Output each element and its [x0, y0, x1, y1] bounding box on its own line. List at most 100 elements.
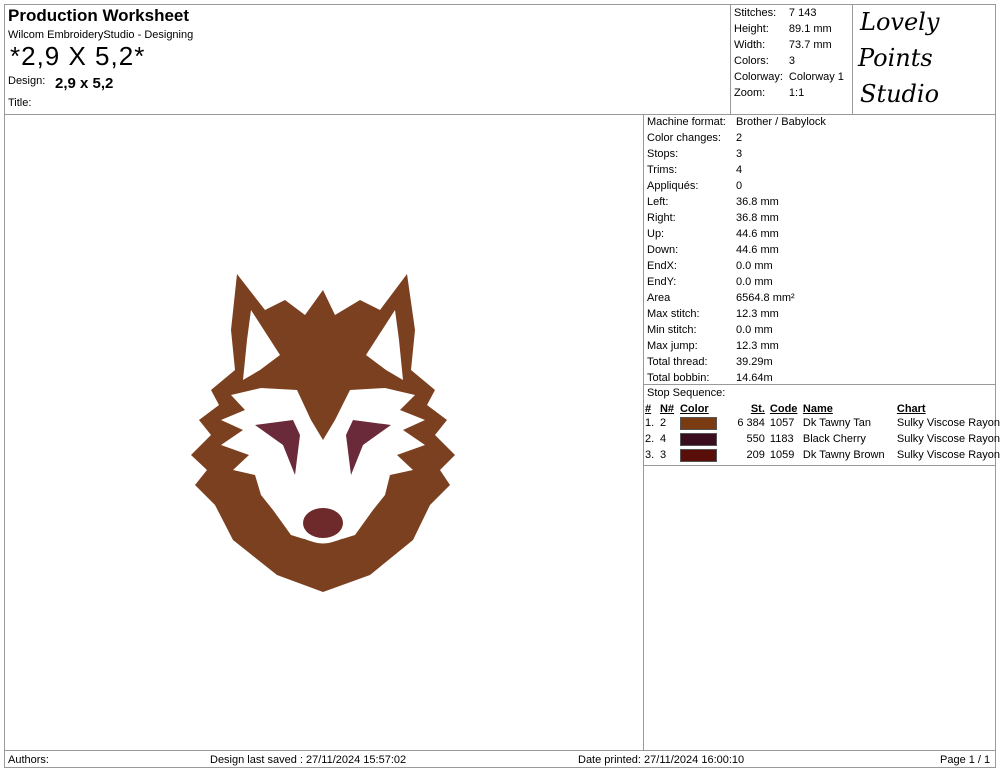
detail-value: 3	[736, 148, 743, 160]
stop-n: 2	[659, 417, 667, 429]
col-st-header: St.	[750, 403, 765, 415]
stop-code: 1183	[769, 433, 794, 445]
detail-label: Max stitch:	[647, 308, 700, 320]
summary-row: Width: 73.7 mm	[734, 37, 844, 53]
summary-row: Height: 89.1 mm	[734, 21, 844, 37]
summary-value: 73.7 mm	[788, 39, 832, 51]
detail-value: 36.8 mm	[736, 196, 779, 208]
detail-row: EndX: 0.0 mm	[647, 258, 826, 274]
detail-row: Max stitch: 12.3 mm	[647, 306, 826, 322]
stop-row: 1. 2 6 384 1057 Dk Tawny Tan Sulky Viscose Ra…	[645, 415, 1000, 431]
detail-row: Appliqués: 0	[647, 178, 826, 194]
stop-color-cell	[679, 431, 728, 447]
detail-label: Min stitch:	[647, 324, 697, 336]
detail-row: Left: 36.8 mm	[647, 194, 826, 210]
logo-line-2: Points	[858, 44, 933, 72]
detail-row: Total bobbin: 14.64m	[647, 370, 826, 386]
detail-label: Left:	[647, 196, 669, 208]
footer-page: Page 1 / 1	[940, 754, 991, 766]
detail-label: Area	[647, 292, 671, 304]
detail-value: 12.3 mm	[736, 308, 779, 320]
header-divider	[4, 114, 996, 115]
design-value: 2,9 x 5,2	[55, 75, 114, 92]
footer-divider	[4, 750, 996, 751]
detail-label: EndX:	[647, 260, 677, 272]
detail-label: Stops:	[647, 148, 679, 160]
logo-line-1: Lovely	[860, 8, 940, 36]
footer-printed: Date printed: 27/11/2024 16:00:10	[578, 754, 745, 766]
nose	[303, 508, 343, 538]
col-n-header: N#	[659, 403, 675, 415]
stop-row: 2. 4 550 1183 Black Cherry Sulky Viscose Rayo…	[645, 431, 1000, 447]
col-num-header: #	[645, 403, 652, 415]
summary-row: Stitches: 7 143	[734, 5, 844, 21]
detail-label: Total bobbin:	[647, 372, 710, 384]
stop-num: 1.	[645, 417, 655, 429]
detail-value: 6564.8 mm²	[736, 292, 795, 304]
stop-chart: Sulky Viscose Rayon	[896, 417, 1000, 429]
summary-row: Colors: 3	[734, 53, 844, 69]
detail-row: Total thread: 39.29m	[647, 354, 826, 370]
detail-value: 14.64m	[736, 372, 773, 384]
summary-label: Colorway:	[734, 71, 783, 83]
detail-value: 4	[736, 164, 743, 176]
footer-authors: Authors:	[8, 754, 49, 766]
design-preview	[185, 270, 460, 595]
stop-code: 1059	[769, 449, 795, 461]
detail-value: 0.0 mm	[736, 324, 773, 336]
title-label: Title:	[8, 97, 32, 109]
col-color-header: Color	[679, 403, 709, 415]
summary-row: Colorway: Colorway 1	[734, 69, 844, 85]
detail-label: Right:	[647, 212, 676, 224]
detail-label: Total thread:	[647, 356, 708, 368]
summary-value: Colorway 1	[788, 71, 844, 83]
footer-saved: Design last saved : 27/11/2024 15:57:02	[210, 754, 407, 766]
stop-color-cell	[679, 447, 728, 463]
stop-chart: Sulky Viscose Rayon	[896, 449, 1000, 461]
page-title: Production Worksheet	[8, 6, 190, 25]
detail-value: 0.0 mm	[736, 260, 773, 272]
design-label: Design:	[8, 75, 46, 87]
detail-label: Down:	[647, 244, 679, 256]
stop-sequence-table: # N# Color St. Code Name Chart 1. 2 6 384 1…	[645, 403, 1000, 463]
stop-num: 2.	[645, 433, 655, 445]
stop-st: 209	[746, 449, 765, 461]
summary-value: 3	[788, 55, 796, 67]
detail-row: Down: 44.6 mm	[647, 242, 826, 258]
stop-color-cell	[679, 415, 728, 431]
stop-name: Dk Tawny Tan	[802, 417, 871, 429]
detail-label: Appliqués:	[647, 180, 699, 192]
stop-st: 550	[746, 433, 765, 445]
wolf-head-image	[191, 274, 455, 592]
detail-row: Color changes: 2	[647, 130, 826, 146]
detail-row: Min stitch: 0.0 mm	[647, 322, 826, 338]
col-name-header: Name	[802, 403, 833, 415]
detail-value: 0.0 mm	[736, 276, 773, 288]
worksheet-frame	[4, 4, 996, 768]
stop-num: 3.	[645, 449, 655, 461]
detail-row: Area 6564.8 mm²	[647, 290, 826, 306]
summary-label: Height:	[734, 23, 769, 35]
detail-row: Right: 36.8 mm	[647, 210, 826, 226]
detail-value: 0	[736, 180, 743, 192]
detail-row: Up: 44.6 mm	[647, 226, 826, 242]
summary-row: Zoom: 1:1	[734, 85, 844, 101]
detail-label: Up:	[647, 228, 665, 240]
stop-code: 1057	[769, 417, 795, 429]
detail-row: Stops: 3	[647, 146, 826, 162]
stop-bottom-divider	[643, 465, 996, 466]
detail-label: Color changes:	[647, 132, 721, 144]
detail-label: Max jump:	[647, 340, 698, 352]
stop-row: 3. 3 209 1059 Dk Tawny Brown Sulky Viscose Ra…	[645, 447, 1000, 463]
detail-value: 36.8 mm	[736, 212, 779, 224]
detail-value: 2	[736, 132, 743, 144]
detail-value: 44.6 mm	[736, 244, 779, 256]
detail-value: 44.6 mm	[736, 228, 779, 240]
stop-name: Dk Tawny Brown	[802, 449, 885, 461]
stop-sequence-title: Stop Sequence:	[647, 387, 726, 399]
col-chart-header: Chart	[896, 403, 926, 415]
details-divider	[643, 114, 644, 750]
summary-value: 7 143	[788, 7, 817, 19]
logo-divider	[852, 4, 853, 114]
color-swatch	[679, 432, 717, 446]
